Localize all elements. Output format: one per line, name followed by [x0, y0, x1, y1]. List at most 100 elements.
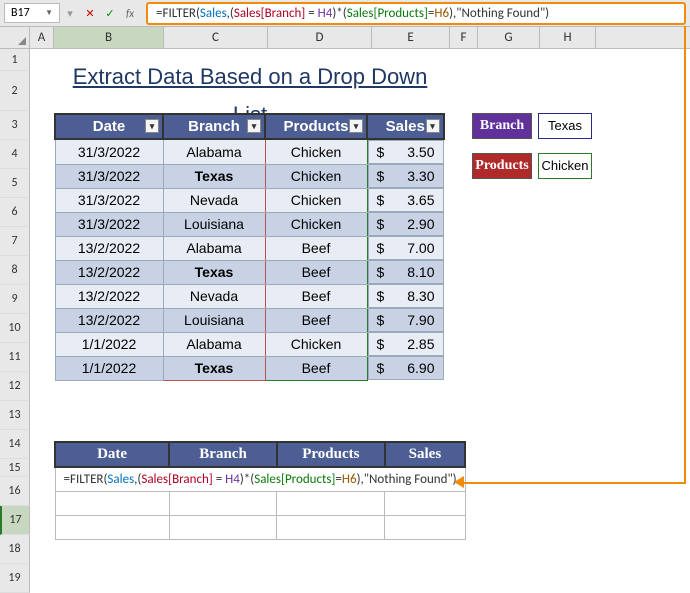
- cell[interactable]: $2.90: [368, 212, 444, 236]
- cell[interactable]: Beef: [265, 260, 367, 284]
- col-branch-header: Branch: [169, 442, 277, 467]
- cell[interactable]: $8.10: [368, 260, 444, 284]
- cell[interactable]: 31/3/2022: [55, 139, 163, 164]
- cell[interactable]: $7.90: [368, 308, 444, 332]
- cell[interactable]: [55, 491, 169, 515]
- fx-icon[interactable]: fx: [120, 7, 140, 20]
- products-label: Products: [472, 153, 532, 179]
- row-header[interactable]: 6: [0, 198, 30, 227]
- cell[interactable]: Alabama: [163, 236, 265, 260]
- cell[interactable]: 31/3/2022: [55, 164, 163, 188]
- cell[interactable]: 13/2/2022: [55, 308, 163, 332]
- cell[interactable]: 31/3/2022: [55, 212, 163, 236]
- col-header[interactable]: D: [268, 27, 372, 48]
- branch-dropdown[interactable]: Texas: [538, 113, 592, 139]
- cell[interactable]: [385, 515, 465, 539]
- cell[interactable]: [277, 491, 385, 515]
- col-header[interactable]: E: [372, 27, 450, 48]
- cell[interactable]: $8.30: [368, 284, 444, 308]
- row-header[interactable]: 12: [0, 372, 30, 401]
- row-header[interactable]: 2: [0, 71, 30, 111]
- row-header[interactable]: 14: [0, 430, 30, 459]
- row-header[interactable]: 9: [0, 285, 30, 314]
- active-cell[interactable]: =FILTER(Sales,(Sales[Branch] = H4)*(Sale…: [55, 467, 465, 491]
- filter-dropdown-icon[interactable]: ▾: [247, 119, 261, 133]
- page-title: Extract Data Based on a Drop Down List: [54, 58, 446, 98]
- cell[interactable]: Chicken: [265, 332, 367, 356]
- cell[interactable]: 13/2/2022: [55, 284, 163, 308]
- row-header[interactable]: 16: [0, 477, 30, 506]
- cell[interactable]: $7.00: [368, 236, 444, 260]
- cell[interactable]: $6.90: [368, 356, 444, 380]
- row-header[interactable]: 15: [0, 459, 30, 477]
- row-header[interactable]: 1: [0, 49, 30, 71]
- sales-table: Date▾ Branch▾ Products▾ Sales▾ 31/3/2022…: [54, 113, 445, 381]
- cell[interactable]: 1/1/2022: [55, 332, 163, 356]
- col-sales-header: Sales: [385, 442, 465, 467]
- cell[interactable]: [277, 515, 385, 539]
- row-header[interactable]: 10: [0, 314, 30, 343]
- cell[interactable]: [385, 491, 465, 515]
- cell[interactable]: Chicken: [265, 164, 367, 188]
- col-header[interactable]: A: [30, 27, 54, 48]
- row-header[interactable]: 17: [0, 506, 30, 535]
- col-header[interactable]: H: [540, 27, 596, 48]
- products-dropdown[interactable]: Chicken: [538, 153, 592, 179]
- row-header[interactable]: 3: [0, 111, 30, 140]
- filter-dropdown-icon[interactable]: ▾: [426, 119, 440, 133]
- cell[interactable]: 13/2/2022: [55, 260, 163, 284]
- col-header[interactable]: G: [478, 27, 540, 48]
- cell[interactable]: $2.85: [368, 332, 444, 356]
- col-header[interactable]: F: [450, 27, 478, 48]
- row-header[interactable]: 13: [0, 401, 30, 430]
- filter-dropdown-icon[interactable]: ▾: [349, 119, 363, 133]
- cell[interactable]: 1/1/2022: [55, 356, 163, 380]
- cell[interactable]: Beef: [265, 308, 367, 332]
- cell[interactable]: [55, 515, 169, 539]
- cell[interactable]: Texas: [163, 164, 265, 188]
- cell[interactable]: $3.65: [368, 188, 444, 212]
- cell[interactable]: Chicken: [265, 188, 367, 212]
- cell[interactable]: $3.50: [368, 140, 444, 164]
- name-box[interactable]: B17 ▼: [4, 3, 60, 23]
- accept-formula-button[interactable]: ✓: [100, 7, 120, 20]
- row-header[interactable]: 11: [0, 343, 30, 372]
- select-all-corner[interactable]: [0, 27, 30, 48]
- row-header[interactable]: 4: [0, 140, 30, 169]
- cell[interactable]: [169, 515, 277, 539]
- cell[interactable]: Texas: [163, 356, 265, 380]
- row-header[interactable]: 18: [0, 535, 30, 564]
- col-sales-header[interactable]: Sales▾: [367, 114, 444, 139]
- col-header[interactable]: C: [164, 27, 268, 48]
- row-header[interactable]: 8: [0, 256, 30, 285]
- col-products-header[interactable]: Products▾: [265, 114, 367, 139]
- cell[interactable]: [169, 491, 277, 515]
- cell[interactable]: Alabama: [163, 139, 265, 164]
- row-header[interactable]: 19: [0, 564, 30, 593]
- arrow-line: [462, 482, 686, 484]
- cell[interactable]: Alabama: [163, 332, 265, 356]
- cell[interactable]: Chicken: [265, 139, 367, 164]
- cancel-formula-button[interactable]: ✕: [80, 7, 100, 20]
- col-header[interactable]: B: [54, 27, 164, 48]
- row-header[interactable]: 5: [0, 169, 30, 198]
- cell[interactable]: $3.30: [368, 164, 444, 188]
- branch-label: Branch: [472, 113, 532, 139]
- cell[interactable]: Louisiana: [163, 212, 265, 236]
- cell[interactable]: Beef: [265, 236, 367, 260]
- cell[interactable]: Texas: [163, 260, 265, 284]
- col-date-header[interactable]: Date▾: [55, 114, 163, 139]
- cell[interactable]: Louisiana: [163, 308, 265, 332]
- cell[interactable]: 13/2/2022: [55, 236, 163, 260]
- formula-bar-input[interactable]: =FILTER(Sales,(Sales[Branch] = H4)*(Sale…: [146, 2, 686, 25]
- cell[interactable]: Beef: [265, 284, 367, 308]
- cell[interactable]: Chicken: [265, 212, 367, 236]
- cell[interactable]: Beef: [265, 356, 367, 380]
- row-header[interactable]: 7: [0, 227, 30, 256]
- col-branch-header[interactable]: Branch▾: [163, 114, 265, 139]
- filter-controls: Branch Texas Products Chicken: [472, 113, 592, 193]
- cell[interactable]: Nevada: [163, 188, 265, 212]
- cell[interactable]: Nevada: [163, 284, 265, 308]
- filter-dropdown-icon[interactable]: ▾: [145, 119, 159, 133]
- cell[interactable]: 31/3/2022: [55, 188, 163, 212]
